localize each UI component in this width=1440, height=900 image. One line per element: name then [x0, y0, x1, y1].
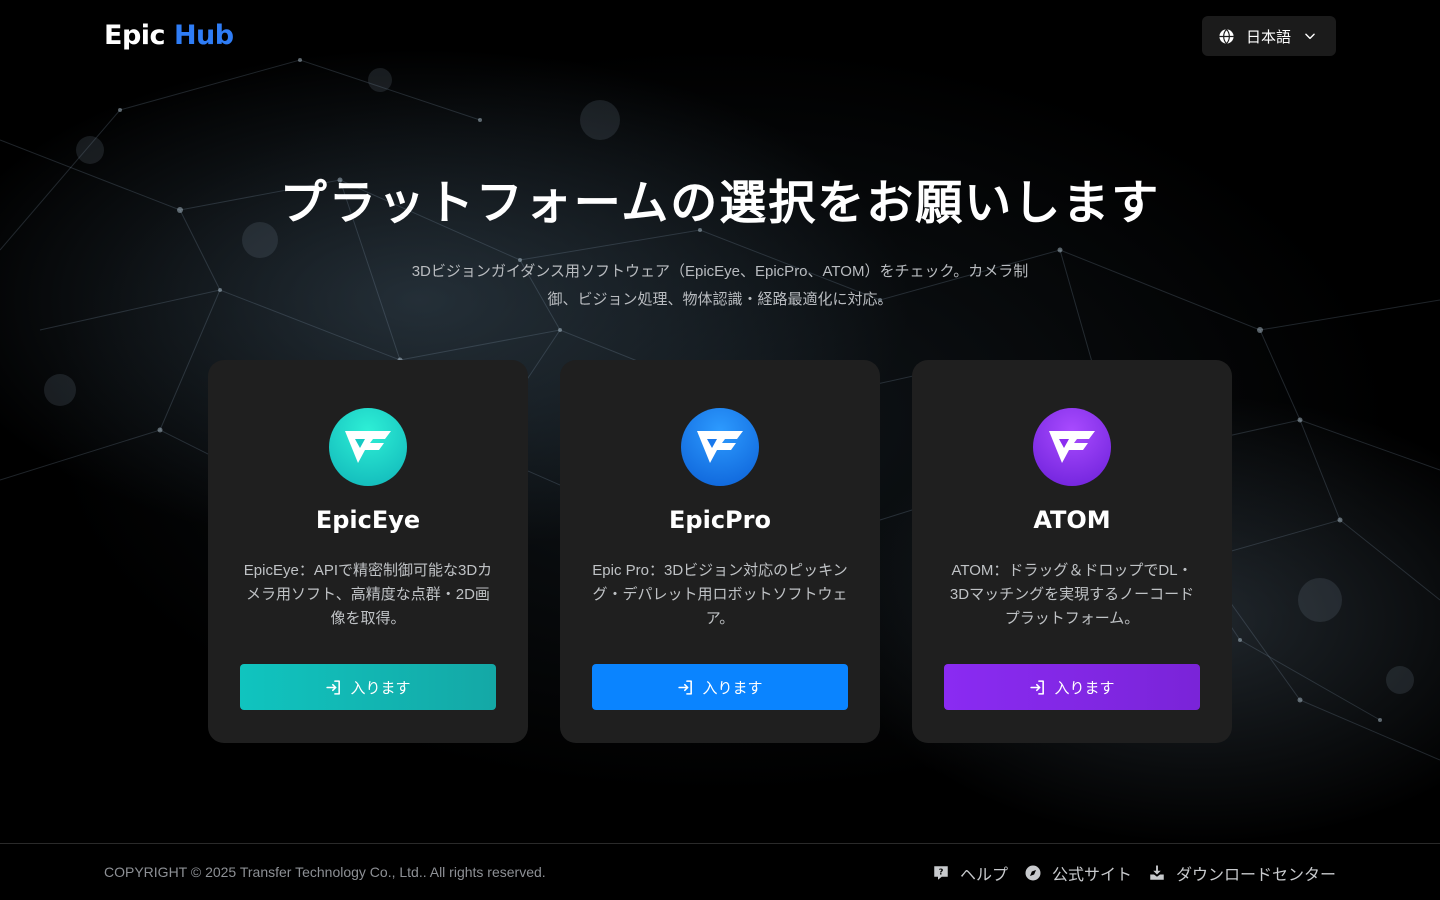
epiceye-logo-icon [329, 408, 407, 486]
platform-description: ATOM：ドラッグ＆ドロップでDL・3Dマッチングを実現するノーコードプラットフ… [949, 562, 1195, 627]
svg-text:?: ? [939, 867, 944, 877]
enter-button-label: 入ります [1054, 679, 1115, 697]
login-icon [1030, 679, 1045, 695]
platform-name: ATOM [1033, 506, 1111, 534]
footer: COPYRIGHT © 2025 Transfer Technology Co.… [0, 843, 1440, 900]
enter-button-epiceye[interactable]: 入ります [240, 664, 496, 710]
platform-card-epiceye: EpicEye EpicEye：APIで精密制御可能な3Dカメラ用ソフト、高精度… [208, 360, 528, 743]
brand-logo[interactable]: Epic Hub [104, 20, 234, 51]
help-link-label: ヘルプ [959, 867, 1008, 884]
epicpro-logo-icon [681, 408, 759, 486]
platform-description: EpicEye：APIで精密制御可能な3Dカメラ用ソフト、高精度な点群・2D画像… [243, 562, 493, 627]
brand-name-part2: Hub [173, 20, 234, 51]
language-label: 日本語 [1246, 28, 1292, 46]
enter-button-atom[interactable]: 入ります [944, 664, 1200, 710]
enter-button-label: 入ります [702, 679, 763, 697]
help-link[interactable]: ? ヘルプ [932, 861, 1008, 885]
platform-card-epicpro: EpicPro Epic Pro：3Dビジョン対応のピッキング・デパレット用ロボ… [560, 360, 880, 743]
platform-name: EpicPro [669, 506, 771, 534]
atom-logo-icon [1033, 408, 1111, 486]
download-center-link-label: ダウンロードセンター [1175, 867, 1336, 884]
enter-button-label: 入ります [350, 679, 411, 697]
platform-description: Epic Pro：3Dビジョン対応のピッキング・デパレット用ロボットソフトウェア… [592, 562, 848, 627]
official-site-link-label: 公式サイト [1051, 867, 1132, 884]
compass-icon [1025, 865, 1041, 881]
platform-card-atom: ATOM ATOM：ドラッグ＆ドロップでDL・3Dマッチングを実現するノーコード… [912, 360, 1232, 743]
page-title: プラットフォームの選択をお願いします [279, 176, 1161, 231]
platform-name: EpicEye [315, 506, 421, 534]
globe-icon [1219, 28, 1234, 44]
page-subtitle: 3Dビジョンガイダンス用ソフトウェア（EpicEye、EpicPro、ATOM）… [411, 263, 1029, 308]
footer-links: ? ヘルプ 公式サイト ダウンロードセンター [916, 861, 1336, 885]
download-icon [1150, 865, 1164, 880]
chevron-down-icon [1305, 33, 1315, 40]
language-selector[interactable]: 日本語 [1202, 16, 1336, 56]
brand-name-part1: Epic [104, 20, 166, 51]
enter-button-epicpro[interactable]: 入ります [592, 664, 848, 710]
login-icon [326, 679, 341, 695]
official-site-link[interactable]: 公式サイト [1024, 861, 1132, 885]
download-center-link[interactable]: ダウンロードセンター [1148, 861, 1336, 885]
help-chat-icon: ? [934, 866, 948, 880]
login-icon [678, 679, 693, 695]
copyright-text: COPYRIGHT © 2025 Transfer Technology Co.… [104, 864, 546, 880]
top-bar: Epic Hub 日本語 [0, 0, 1440, 76]
